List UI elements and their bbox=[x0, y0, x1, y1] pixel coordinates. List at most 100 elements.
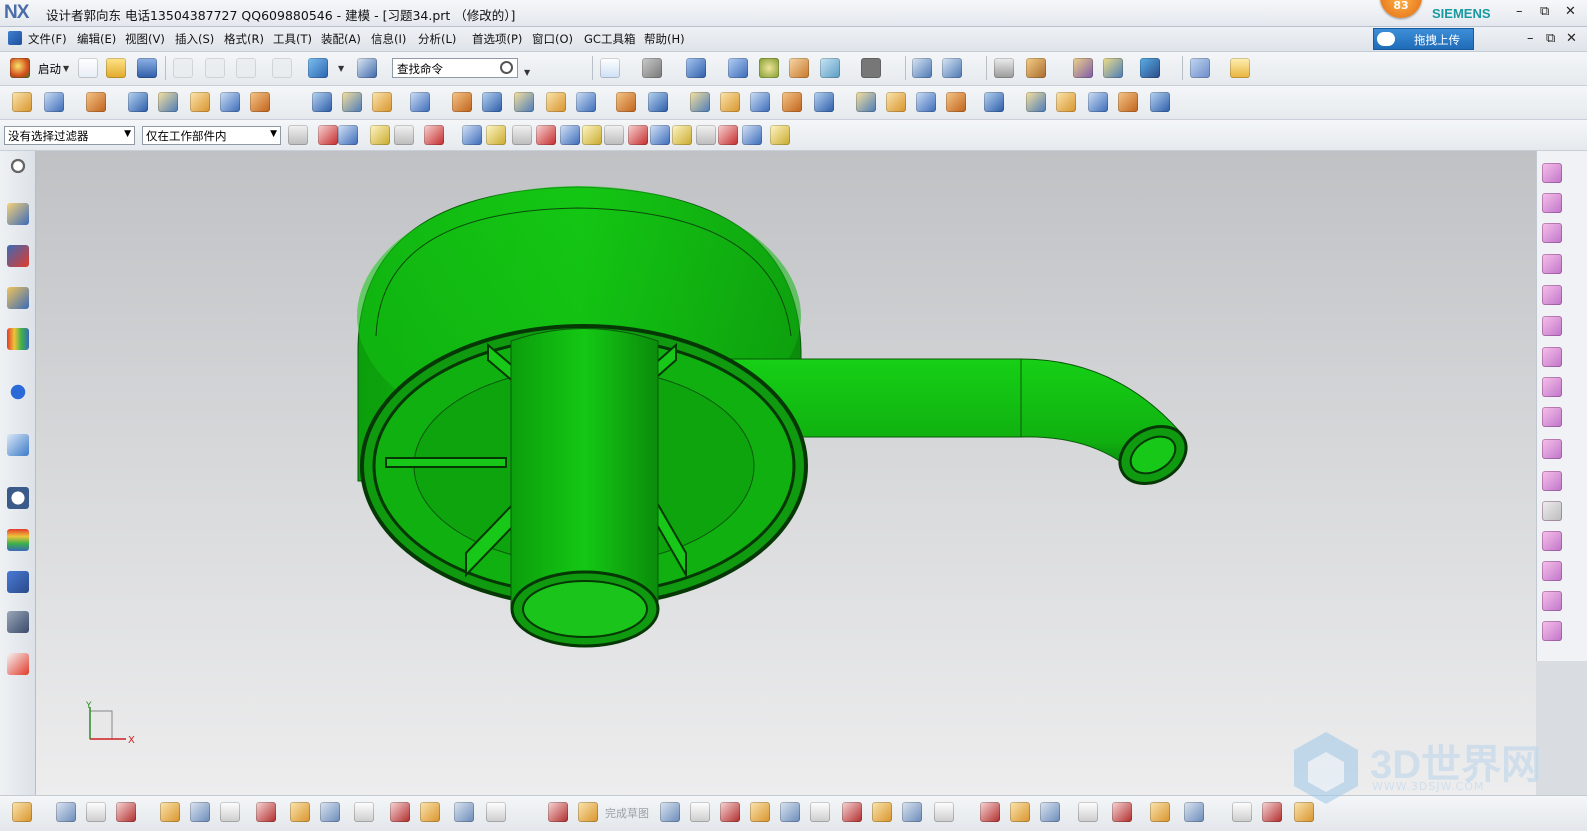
constraint-icon[interactable] bbox=[902, 802, 922, 822]
spline-icon[interactable] bbox=[390, 802, 410, 822]
part-icon[interactable] bbox=[842, 802, 862, 822]
menu-window[interactable]: 窗口(O) bbox=[532, 31, 573, 47]
subtract-icon[interactable] bbox=[546, 92, 566, 112]
constraint-icon[interactable] bbox=[116, 802, 136, 822]
arc-icon[interactable] bbox=[1040, 802, 1060, 822]
repeat-dropdown-icon[interactable]: ▼ bbox=[338, 64, 344, 73]
menu-analysis[interactable]: 分析(L) bbox=[418, 31, 456, 47]
system-scene-icon[interactable] bbox=[7, 611, 29, 633]
circle-icon[interactable] bbox=[290, 802, 310, 822]
trim-body-icon[interactable] bbox=[616, 92, 636, 112]
constraint-navigator-icon[interactable] bbox=[7, 245, 29, 267]
menu-file[interactable]: 文件(F) bbox=[28, 31, 67, 47]
check-clearance-icon[interactable] bbox=[1542, 377, 1562, 397]
measure-angle-icon[interactable] bbox=[1103, 58, 1123, 78]
close-button[interactable]: ✕ bbox=[1565, 4, 1576, 19]
menu-edit[interactable]: 编辑(E) bbox=[77, 31, 116, 47]
replace-component-icon[interactable] bbox=[1542, 347, 1562, 367]
doc-minimize-button[interactable]: – bbox=[1527, 31, 1534, 46]
static-wireframe-icon[interactable] bbox=[728, 58, 748, 78]
finish-sketch-button[interactable]: 完成草图 bbox=[605, 805, 649, 821]
menu-information[interactable]: 信息(I) bbox=[371, 31, 406, 47]
deselect-icon[interactable] bbox=[582, 125, 602, 145]
arc-icon[interactable] bbox=[256, 802, 276, 822]
undo-icon[interactable] bbox=[272, 58, 292, 78]
quick-trim-icon[interactable] bbox=[486, 802, 506, 822]
snap-view-icon[interactable] bbox=[1140, 58, 1160, 78]
assembly-constraints-icon[interactable] bbox=[1542, 223, 1562, 243]
mirror-assembly-icon[interactable] bbox=[1542, 285, 1562, 305]
slot-icon[interactable] bbox=[1026, 92, 1046, 112]
pocket-icon[interactable] bbox=[250, 92, 270, 112]
block-icon[interactable] bbox=[342, 92, 362, 112]
info-icon[interactable] bbox=[7, 381, 29, 403]
select-all-icon[interactable] bbox=[560, 125, 580, 145]
pad-icon[interactable] bbox=[220, 92, 240, 112]
sew-icon[interactable] bbox=[782, 92, 802, 112]
snap-endpoint-icon[interactable] bbox=[628, 125, 648, 145]
quick-extend-icon[interactable] bbox=[548, 802, 568, 822]
geometric-constraint-icon[interactable] bbox=[750, 802, 770, 822]
start-button[interactable]: 启动 bbox=[38, 61, 61, 77]
command-search-input[interactable]: 查找命令 bbox=[392, 58, 518, 78]
mirror-icon[interactable] bbox=[720, 92, 740, 112]
view-orient-icon[interactable] bbox=[642, 58, 662, 78]
snap-quadrant-icon[interactable] bbox=[742, 125, 762, 145]
extrude-icon[interactable] bbox=[86, 92, 106, 112]
sketch-task-icon[interactable] bbox=[810, 802, 830, 822]
snap-intersection-icon[interactable] bbox=[696, 125, 716, 145]
edge-blend-icon[interactable] bbox=[372, 92, 392, 112]
mate-icon[interactable] bbox=[190, 802, 210, 822]
snap-tangent-icon[interactable] bbox=[512, 125, 532, 145]
transform-icon[interactable] bbox=[942, 58, 962, 78]
unite-icon[interactable] bbox=[514, 92, 534, 112]
point-icon[interactable] bbox=[1232, 802, 1252, 822]
revolve-icon[interactable] bbox=[128, 92, 148, 112]
rib-icon[interactable] bbox=[946, 92, 966, 112]
graphics-window[interactable]: X Y bbox=[36, 151, 1536, 795]
save-icon[interactable] bbox=[137, 58, 157, 78]
shell-icon[interactable] bbox=[452, 92, 472, 112]
doc-close-button[interactable]: ✕ bbox=[1566, 31, 1577, 46]
grid-icon[interactable] bbox=[1190, 58, 1210, 78]
paste-icon[interactable] bbox=[236, 58, 256, 78]
repeat-command-icon[interactable] bbox=[308, 58, 328, 78]
mate-icon[interactable] bbox=[980, 802, 1000, 822]
layer-color-icon[interactable] bbox=[861, 58, 881, 78]
menu-view[interactable]: 视图(V) bbox=[125, 31, 165, 47]
offset-face-icon[interactable] bbox=[690, 92, 710, 112]
snap-midpoint-icon[interactable] bbox=[318, 125, 338, 145]
upload-button[interactable]: 拖拽上传 bbox=[1373, 28, 1474, 50]
selection-scope-select[interactable]: 仅在工作部件内 ▼ bbox=[142, 126, 281, 145]
cut-icon[interactable] bbox=[173, 58, 193, 78]
swept-icon[interactable] bbox=[1088, 92, 1108, 112]
polygon-icon[interactable] bbox=[354, 802, 374, 822]
fillet-icon[interactable] bbox=[454, 802, 474, 822]
menu-assembly[interactable]: 装配(A) bbox=[321, 31, 361, 47]
ruler-icon[interactable] bbox=[1230, 58, 1250, 78]
boss-icon[interactable] bbox=[190, 92, 210, 112]
sketch-task-icon[interactable] bbox=[12, 802, 32, 822]
search-icon[interactable] bbox=[500, 61, 513, 74]
menu-format[interactable]: 格式(R) bbox=[224, 31, 264, 47]
visualization-icon[interactable] bbox=[7, 529, 29, 551]
copy-icon[interactable] bbox=[205, 58, 225, 78]
chamfer-icon[interactable] bbox=[410, 92, 430, 112]
notification-badge[interactable]: 83 bbox=[1380, 0, 1422, 18]
start-dropdown-icon[interactable]: ▼ bbox=[63, 64, 69, 73]
snap-intersection-icon[interactable] bbox=[370, 125, 390, 145]
sketch-icon[interactable] bbox=[12, 92, 32, 112]
component-array-icon[interactable] bbox=[1542, 316, 1562, 336]
snap-control-point-icon[interactable] bbox=[672, 125, 692, 145]
snap-point-on-curve-icon[interactable] bbox=[462, 125, 482, 145]
replace-face-icon[interactable] bbox=[814, 92, 834, 112]
move-component-icon[interactable] bbox=[1542, 254, 1562, 274]
shaded-display-icon[interactable] bbox=[686, 58, 706, 78]
part-navigator-icon[interactable] bbox=[7, 287, 29, 309]
menu-help[interactable]: 帮助(H) bbox=[644, 31, 685, 47]
dimension-icon[interactable] bbox=[720, 802, 740, 822]
move-object-icon[interactable] bbox=[912, 58, 932, 78]
snap-arc-center-icon[interactable] bbox=[394, 125, 414, 145]
fillet-icon[interactable] bbox=[1262, 802, 1282, 822]
thicken-icon[interactable] bbox=[750, 92, 770, 112]
